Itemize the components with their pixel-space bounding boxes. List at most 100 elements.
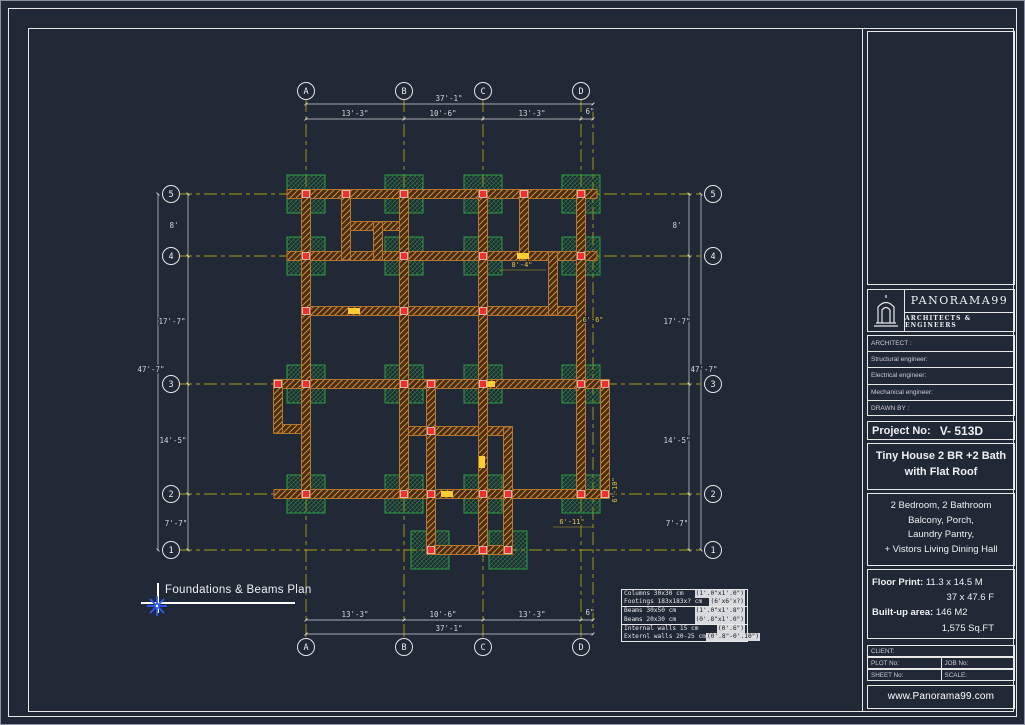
plan-title: Foundations & Beams Plan (165, 584, 312, 596)
footings (286, 174, 601, 570)
dim-label: 17'-7" (663, 317, 690, 326)
scale-label: SCALE: (940, 670, 1015, 680)
floor-print-label: Floor Print: (872, 577, 924, 588)
dim-label: 13'-3" (518, 109, 545, 118)
dim-label: 37'-1" (435, 624, 462, 633)
dim-label: 13'-3" (518, 610, 545, 619)
svg-text:C: C (480, 643, 485, 653)
job-label: JOB No: (940, 658, 1015, 668)
dim-label: 6" (585, 107, 594, 116)
dim-label: 37'-1" (435, 94, 462, 103)
grid-bubble-b-top: B (395, 82, 413, 100)
dim-label: 14'-5" (159, 436, 186, 445)
field-drawn-by: DRAWN BY : (868, 399, 1014, 416)
grid-bubble-3-left: 3 (162, 375, 180, 393)
project-number-label: Project No: (872, 424, 931, 437)
svg-text:1: 1 (710, 546, 715, 556)
client-row: CLIENT: (867, 645, 1015, 657)
project-description: 2 Bedroom, 2 Bathroom Balcony, Porch, La… (867, 493, 1015, 566)
dim-label: 13'-3" (341, 610, 368, 619)
notes-row: Beams 30x50 cm (1'.0"x1'.8") (622, 606, 747, 616)
grid-bubble-a-top: A (297, 82, 315, 100)
dim-label: 10'-6" (429, 610, 456, 619)
notes-row: Columns 30x30 cm (1'.0"x1'.0") (624, 590, 745, 599)
notes-row: Internal walls 15 cm (0'.6") (622, 623, 747, 633)
project-title-line2: with Flat Roof (904, 465, 978, 478)
company-tagline: ARCHITECTS & ENGINEERS (905, 315, 972, 329)
notes-row: Beams 20x30 cm (0'.8"x1'.0") (624, 615, 745, 624)
company-header: PANORAMA99 ARCHITECTS & ENGINEERS (867, 289, 1015, 332)
dim-label: 6'-10" (611, 477, 619, 502)
field-structural-engineer: Structural engineer: (868, 351, 1014, 367)
svg-text:D: D (578, 87, 583, 97)
plot-job-row: PLOT No: JOB No: (867, 657, 1015, 669)
grid-bubble-5-right: 5 (704, 185, 722, 203)
dim-label: 7'-7" (165, 519, 188, 528)
grid-bubble-c-bottom: C (474, 638, 492, 656)
dim-label: 8'-4" (511, 261, 532, 269)
floor-print-metric: 11.3 x 14.5 M (925, 577, 983, 588)
grid-bubble-a-bottom: A (297, 638, 315, 656)
area-summary: Floor Print: 11.3 x 14.5 M 37 x 47.6 F B… (867, 569, 1015, 639)
dim-label: 13'-3" (341, 109, 368, 118)
svg-text:5: 5 (710, 190, 715, 200)
project-number-row: Project No: V- 513D (867, 421, 1015, 440)
svg-text:B: B (401, 87, 406, 97)
built-up-imperial: 1,575 Sq.FT (941, 622, 994, 634)
project-title-box: Tiny House 2 BR +2 Bath with Flat Roof (867, 443, 1015, 490)
grid-bubble-3-right: 3 (704, 375, 722, 393)
grid-bubble-4-right: 4 (704, 247, 722, 265)
notes-table: Columns 30x30 cm (1'.0"x1'.0") Footings 1… (621, 589, 761, 643)
grid-bubble-4-left: 4 (162, 247, 180, 265)
dim-label: 7'-7" (666, 519, 689, 528)
company-name: PANORAMA99 (905, 290, 1014, 313)
grid-bubble-c-top: C (474, 82, 492, 100)
notes-row: Externl walls 20-25 cm (0'.8"-0'.10") (624, 632, 761, 642)
company-logo (868, 290, 905, 331)
sheet-scale-row: SHEET No: SCALE: (867, 669, 1015, 681)
dim-label: 14'-5" (663, 436, 690, 445)
grid-bubble-5-left: 5 (162, 185, 180, 203)
svg-text:B: B (401, 643, 406, 653)
svg-text:5: 5 (168, 190, 173, 200)
grid-bubble-b-bottom: B (395, 638, 413, 656)
dim-label: 17'-7" (158, 317, 185, 326)
description-line: + Vistors Living Dining Hall (884, 544, 998, 556)
svg-text:3: 3 (710, 380, 715, 390)
description-line: Laundry Pantry, (907, 529, 975, 541)
svg-text:A: A (303, 643, 308, 653)
arch-monument-icon (874, 294, 898, 327)
floor-print-imperial: 37 x 47.6 F (946, 592, 994, 604)
project-number-value: V- 513D (939, 423, 984, 438)
dim-label: 47'-7" (690, 365, 717, 374)
field-architect: ARCHITECT : (871, 340, 912, 347)
title-block-empty-panel (867, 31, 1015, 285)
svg-text:D: D (578, 643, 583, 653)
dim-label: 10'-6" (429, 109, 456, 118)
grid-bubble-2-right: 2 (704, 485, 722, 503)
svg-text:2: 2 (710, 490, 715, 500)
grid-bubble-d-top: D (572, 82, 590, 100)
dim-label: 6" (585, 608, 594, 617)
field-electrical-engineer: Electrical engineer: (868, 367, 1014, 383)
website: www.Panorama99.com (867, 685, 1015, 709)
plot-label: PLOT No: (871, 660, 899, 667)
dim-label: 8' (169, 221, 178, 230)
sheet-label: SHEET No: (871, 672, 904, 679)
project-title-line1: Tiny House 2 BR +2 Bath (875, 450, 1007, 462)
svg-text:1: 1 (168, 546, 173, 556)
svg-text:3: 3 (168, 380, 173, 390)
dim-label: 6'-11" (559, 518, 584, 526)
svg-text:4: 4 (168, 252, 173, 262)
grid-bubble-2-left: 2 (162, 485, 180, 503)
grid-bubble-d-bottom: D (572, 638, 590, 656)
engineer-fields: ARCHITECT : Structural engineer: Electri… (867, 335, 1015, 416)
notes-row: Footings 183x183x? cm (6'x6'x?) (624, 598, 745, 607)
dim-label: 6'-6" (582, 316, 603, 324)
svg-text:C: C (480, 87, 485, 97)
svg-text:A: A (303, 87, 308, 97)
description-line: 2 Bedroom, 2 Bathroom (890, 500, 992, 511)
grid-bubble-1-left: 1 (162, 541, 180, 559)
description-line: Balcony, Porch, (908, 514, 974, 526)
built-up-metric: 146 M2 (935, 607, 968, 619)
